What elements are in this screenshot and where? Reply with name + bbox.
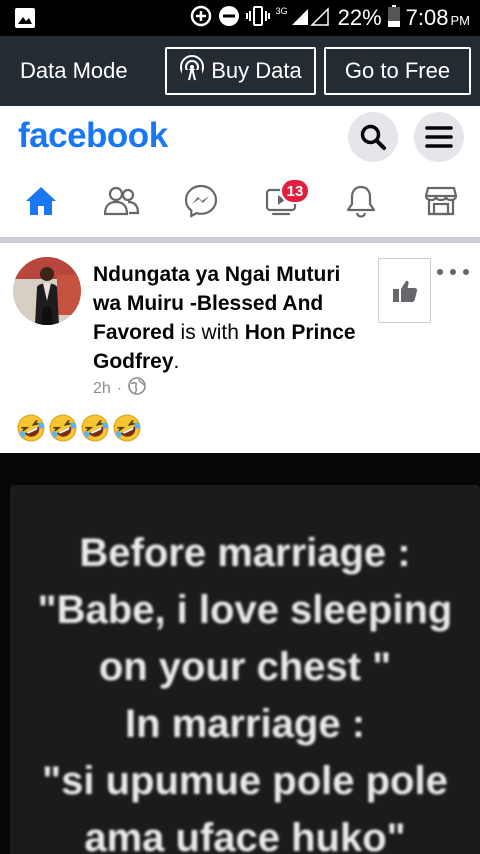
battery-percent: 22% — [337, 5, 382, 30]
meme-text-line: ama uface huko" — [84, 816, 406, 854]
tab-messenger[interactable] — [176, 180, 226, 222]
vibrate-icon — [245, 5, 270, 32]
facebook-logo[interactable]: facebook — [18, 116, 168, 156]
buy-data-button[interactable]: Buy Data — [165, 47, 316, 95]
data-mode-bar: Data Mode Buy Data Go to Free — [0, 36, 480, 106]
post-image[interactable]: Before marriage : "Babe, i love sleeping… — [0, 453, 480, 854]
post-header-text: Ndungata ya Ngai Muturi wa Muiru -Blesse… — [93, 260, 363, 376]
post-text — [16, 413, 142, 448]
app-header: facebook — [0, 106, 480, 168]
dot — [437, 269, 443, 275]
data-mode-label: Data Mode — [20, 58, 128, 83]
do-not-disturb-icon — [218, 5, 240, 32]
laughing-emoji — [80, 413, 110, 448]
dot — [450, 269, 456, 275]
network-type: 3G — [275, 6, 288, 16]
avatar[interactable] — [13, 257, 81, 325]
period: . — [173, 350, 180, 373]
feed-post: Ndungata ya Ngai Muturi wa Muiru -Blesse… — [0, 243, 480, 854]
clock-ampm: PM — [450, 13, 471, 28]
status-icons: 3G 22% 7:08 PM — [190, 0, 470, 36]
go-to-free-button[interactable]: Go to Free — [324, 47, 471, 95]
laughing-emoji — [48, 413, 78, 448]
marketplace-icon — [424, 186, 458, 216]
search-icon — [360, 124, 386, 150]
signal-icon — [290, 5, 332, 32]
meme-text-line: "si upumue pole pole — [42, 759, 448, 803]
meta-separator: · — [116, 379, 123, 397]
like-button[interactable] — [378, 258, 431, 323]
clock: 7:08 PM — [406, 5, 470, 31]
meme-text-line: on your chest " — [98, 645, 392, 689]
laughing-emoji — [112, 413, 142, 448]
notification-badge: 13 — [280, 178, 310, 204]
home-icon — [26, 187, 56, 215]
gallery-notification-icon — [14, 7, 36, 34]
messenger-icon — [184, 184, 218, 218]
search-button[interactable] — [348, 112, 398, 162]
battery-icon — [387, 4, 400, 32]
meme-text-line: Before marriage : — [79, 531, 411, 575]
hamburger-icon — [425, 126, 453, 148]
thumbs-up-icon — [392, 280, 417, 302]
tab-notifications[interactable] — [336, 180, 386, 222]
meme-text-line: "Babe, i love sleeping — [37, 588, 453, 632]
data-saver-icon — [190, 5, 212, 32]
globe-icon — [128, 377, 146, 400]
tab-friends[interactable] — [96, 180, 146, 222]
menu-button[interactable] — [414, 112, 464, 162]
laughing-emoji — [16, 413, 46, 448]
meme-text-line: In marriage : — [124, 702, 366, 746]
post-time[interactable]: 2h — [93, 380, 111, 398]
friends-icon — [103, 186, 140, 216]
nav-tabs: 13 — [0, 168, 480, 238]
with-text: is with — [174, 321, 245, 344]
buy-data-label: Buy Data — [211, 58, 302, 83]
more-options-button[interactable] — [437, 265, 469, 279]
status-bar: 3G 22% 7:08 PM — [0, 0, 480, 36]
post-meta: 2h · — [93, 377, 146, 400]
broadcast-icon — [179, 55, 205, 87]
bell-icon — [346, 185, 376, 218]
go-to-free-label: Go to Free — [344, 58, 451, 83]
dot — [463, 269, 469, 275]
clock-time: 7:08 — [405, 5, 449, 30]
tab-marketplace[interactable] — [416, 180, 466, 222]
tab-home[interactable] — [16, 180, 66, 222]
